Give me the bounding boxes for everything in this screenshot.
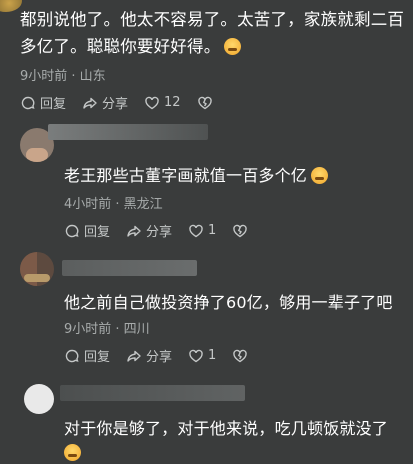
reply-label: 回复 [40,97,67,112]
comment-text: 都别说他了。他太不容易了。太苦了，家族就剩二百多亿了。聪聪你要好好得。 [20,10,405,56]
avatar[interactable] [0,0,22,12]
comment-meta: 9小时前 · 山东 [20,69,106,84]
dislike-button[interactable] [197,95,217,111]
like-button[interactable]: 1 [188,223,216,239]
comment-actions: 回复 分享 1 [64,221,268,240]
avatar[interactable] [20,252,54,286]
grinning-sweat-emoji [311,167,329,184]
broken-heart-icon [233,349,248,362]
comment-emoji [64,443,81,462]
reply-button[interactable]: 回复 [20,93,66,112]
comment-meta: 4小时前 · 黑龙江 [64,197,163,212]
username-blurred[interactable] [62,260,197,276]
comment-actions: 回复 分享 1 [64,346,268,365]
share-button[interactable]: 分享 [82,93,128,112]
reply-icon [65,349,79,362]
share-label: 分享 [102,97,129,112]
dislike-button[interactable] [232,348,252,364]
avatar[interactable] [24,384,54,414]
rolling-laughing-emoji [64,444,81,461]
like-button[interactable]: 1 [188,348,216,364]
username-blurred[interactable] [60,385,245,401]
heart-icon [189,224,203,237]
share-button[interactable]: 分享 [126,221,172,240]
share-arrow-icon [127,225,141,237]
share-label: 分享 [146,225,173,240]
reply-label: 回复 [84,225,111,240]
username-blurred[interactable] [48,124,208,140]
share-button[interactable]: 分享 [126,346,172,365]
comment-text: 对于你是够了，对于他来说，吃几顿饭就没了 [64,419,389,438]
reply-button[interactable]: 回复 [64,346,110,365]
heart-icon [189,349,203,362]
reply-icon [65,224,79,237]
heart-icon [145,96,159,109]
like-button[interactable]: 12 [144,95,181,111]
pleading-face-emoji [224,38,242,55]
comment-text: 老王那些古董字画就值一百多个亿 [64,162,329,186]
like-count: 1 [208,348,217,363]
reply-label: 回复 [84,350,111,365]
comment-actions: 回复 分享 12 [20,93,233,112]
like-count: 1 [208,223,217,238]
reply-icon [21,96,35,109]
share-label: 分享 [146,350,173,365]
share-arrow-icon [83,97,97,109]
comment-text: 他之前自己做投资挣了60亿，够用一辈子了吧 [64,293,393,312]
broken-heart-icon [233,224,248,237]
share-arrow-icon [127,350,141,362]
dislike-button[interactable] [232,223,252,239]
like-count: 12 [164,95,181,110]
reply-button[interactable]: 回复 [64,221,110,240]
comment-meta: 9小时前 · 四川 [64,322,150,337]
broken-heart-icon [197,96,212,109]
